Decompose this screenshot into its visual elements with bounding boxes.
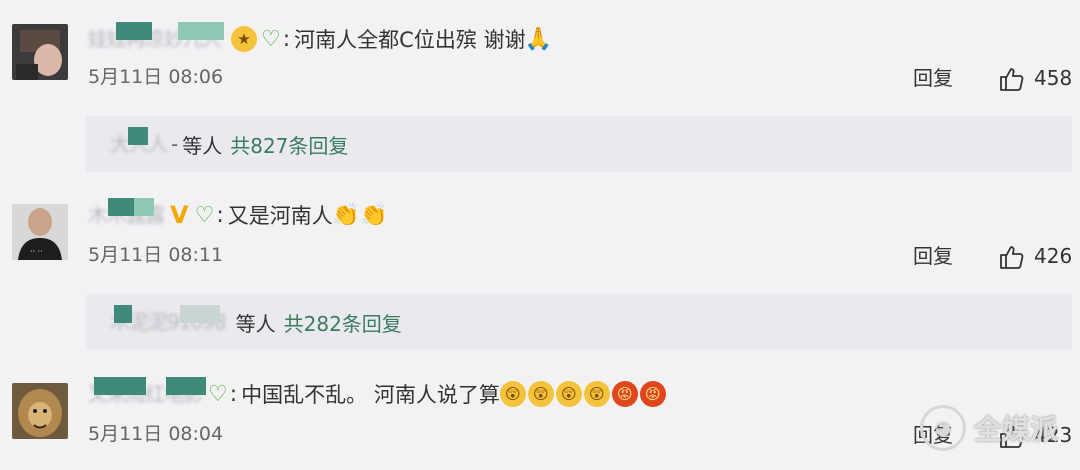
colon: : bbox=[229, 381, 238, 407]
thumbs-up-icon[interactable] bbox=[998, 65, 1026, 93]
username[interactable]: 又来局红电影 bbox=[88, 377, 206, 407]
reply-username[interactable]: 木泥泥91098 bbox=[110, 305, 227, 335]
view-replies-link[interactable]: 共827条回复 bbox=[230, 130, 348, 159]
comment-timestamp: 5月11日 08:06 bbox=[88, 66, 224, 88]
avatar[interactable]: ·· ·· bbox=[12, 204, 68, 260]
reply-summary-line: 木泥泥91098 等人 共282条回复 bbox=[110, 294, 402, 350]
pray-emoji-icon: 🙏 bbox=[524, 26, 553, 52]
like-count: 458 bbox=[1034, 66, 1073, 90]
name-redaction bbox=[108, 198, 134, 216]
reply-thread-summary[interactable]: 大人人 - 等人 共827条回复 bbox=[86, 116, 1072, 172]
comment-header: 又来局红电影 ♡ : 中国乱不乱。 河南人说了算 😲 😲 😲 😲 😡 😡 bbox=[88, 377, 668, 411]
angry-emoji-icon: 😡 bbox=[639, 381, 666, 407]
watermark-text: 全媒派 bbox=[974, 413, 1059, 446]
shocked-emoji-icon: 😲 bbox=[583, 381, 610, 407]
colon: : bbox=[216, 202, 224, 228]
like-count: 426 bbox=[1034, 244, 1073, 268]
reply-summary-line: 大人人 - 等人 共827条回复 bbox=[110, 116, 348, 172]
name-redaction bbox=[116, 22, 152, 40]
reply-button[interactable]: 回复 bbox=[913, 63, 953, 93]
watermark: ◕ 全媒派 bbox=[920, 403, 1058, 453]
comment-timestamp: 5月11日 08:11 bbox=[88, 244, 224, 266]
name-redaction bbox=[178, 22, 224, 40]
verified-v-icon: V bbox=[170, 201, 189, 229]
comment-text: 又是河南人 bbox=[227, 204, 333, 228]
clap-emoji-icon: 👏 bbox=[332, 202, 360, 228]
name-redaction bbox=[166, 377, 206, 395]
comment-text: 中国乱不乱。 河南人说了算 bbox=[241, 383, 500, 407]
name-redaction bbox=[94, 377, 146, 395]
name-redaction bbox=[128, 127, 148, 145]
reply-username[interactable]: 大人人 bbox=[110, 127, 168, 157]
comment-timestamp: 5月11日 08:04 bbox=[88, 423, 224, 445]
username[interactable]: 木木露露 bbox=[88, 198, 165, 228]
avatar[interactable] bbox=[12, 383, 68, 439]
shocked-emoji-icon: 😲 bbox=[499, 381, 526, 407]
reply-button[interactable]: 回复 bbox=[913, 241, 953, 271]
vip-face-icon: ★ bbox=[231, 26, 257, 52]
colon: : bbox=[282, 26, 291, 52]
shocked-emoji-icon: 😲 bbox=[555, 381, 582, 407]
green-ribbon-icon: ♡ bbox=[208, 381, 228, 407]
wechat-icon: ◕ bbox=[920, 405, 966, 451]
angry-emoji-icon: 😡 bbox=[611, 381, 638, 407]
avatar[interactable] bbox=[12, 24, 68, 80]
green-ribbon-icon: ♡ bbox=[194, 202, 215, 228]
view-replies-link[interactable]: 共282条回复 bbox=[284, 308, 402, 337]
svg-text:·· ··: ·· ·· bbox=[30, 247, 43, 256]
name-redaction bbox=[134, 198, 154, 216]
comment-header: 木木露露 V ♡ : 又是河南人 👏 👏 bbox=[88, 198, 389, 232]
shocked-emoji-icon: 😲 bbox=[527, 381, 554, 407]
name-redaction bbox=[114, 305, 132, 323]
clap-emoji-icon: 👏 bbox=[360, 202, 388, 228]
comment-text: 河南人全都C位出殡 谢谢 bbox=[294, 28, 526, 52]
reply-thread-summary[interactable]: 木泥泥91098 等人 共282条回复 bbox=[86, 294, 1072, 350]
name-redaction bbox=[180, 305, 220, 323]
comment-header: 娃娃再凉妙儿人 ★ ♡ : 河南人全都C位出殡 谢谢 🙏 bbox=[88, 22, 554, 56]
thumbs-up-icon[interactable] bbox=[998, 243, 1026, 271]
green-ribbon-icon: ♡ bbox=[261, 26, 281, 52]
username[interactable]: 娃娃再凉妙儿人 bbox=[88, 22, 224, 52]
